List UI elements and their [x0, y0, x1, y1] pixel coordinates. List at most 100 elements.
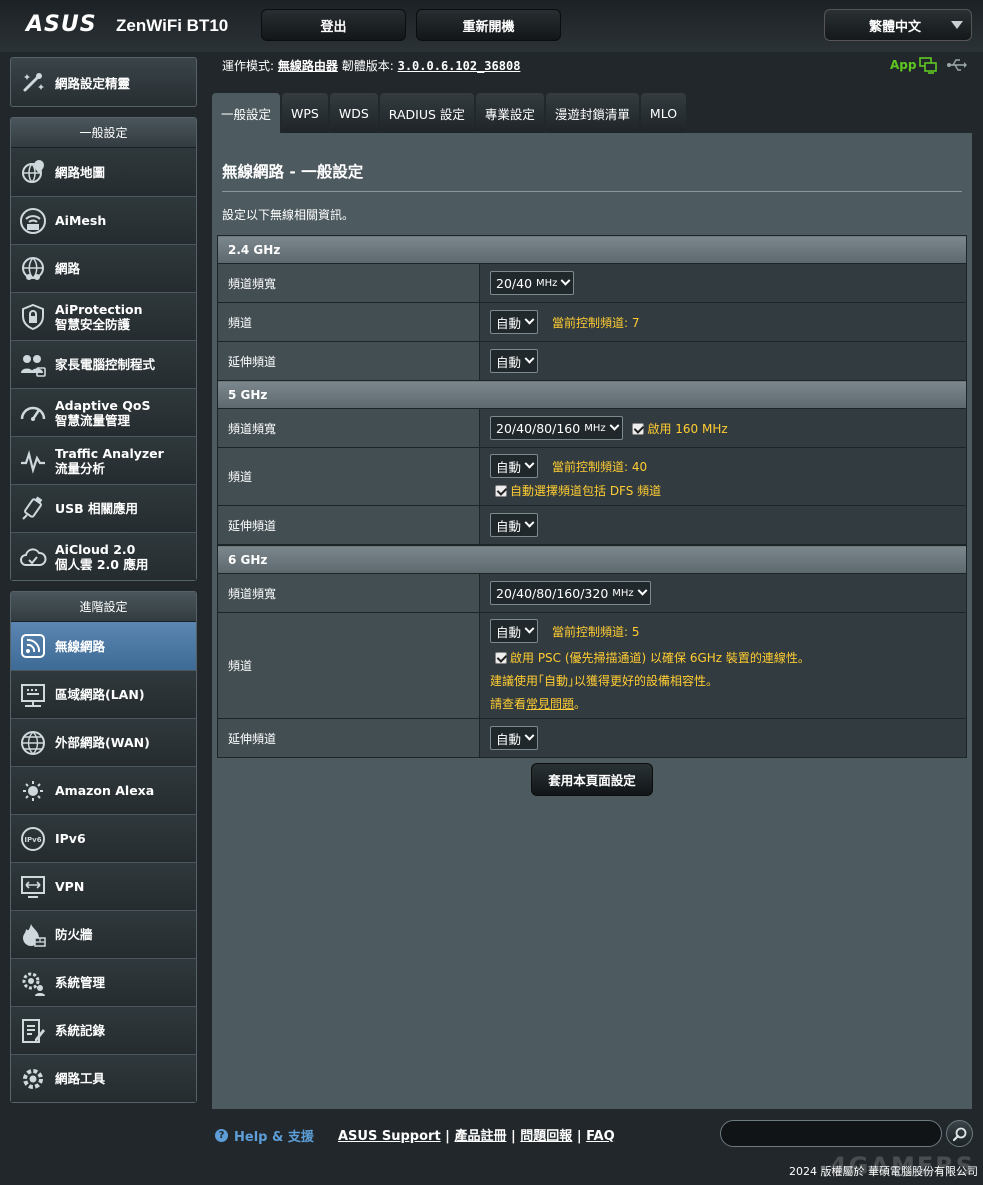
dfs-checkbox[interactable]: 自動選擇頻道包括 DFS 頻道: [495, 482, 956, 499]
sidebar-advanced-item-4[interactable]: IPv6 IPv6: [11, 814, 196, 862]
pulse-icon: [11, 447, 55, 475]
nav-label-line1: Adaptive QoS: [55, 397, 151, 413]
chevron-down-icon: [524, 730, 535, 741]
nav-label: USB 相關應用: [55, 501, 138, 516]
help-support-link[interactable]: ? Help & 支援: [215, 1126, 314, 1145]
usb-status-icon[interactable]: [946, 55, 968, 75]
app-link[interactable]: App: [890, 58, 916, 72]
select-value: 自動: [496, 354, 522, 370]
chevron-down-icon: [524, 314, 535, 325]
band-5-ch-select[interactable]: 自動: [490, 454, 539, 478]
search-input[interactable]: [720, 1120, 942, 1147]
sidebar-advanced-item-8[interactable]: 系統記錄: [11, 1006, 196, 1054]
tab-5[interactable]: 漫遊封鎖清單: [545, 93, 639, 133]
sidebar-advanced-item-9[interactable]: 網路工具: [11, 1054, 196, 1102]
tab-4[interactable]: 專業設定: [475, 93, 544, 133]
globe-people-icon: [11, 255, 55, 283]
sidebar-advanced-item-5[interactable]: VPN: [11, 862, 196, 910]
faq-link[interactable]: 常見問題: [526, 697, 574, 711]
nav-label-line1: Traffic Analyzer: [55, 445, 164, 461]
nav-label-line2: 智慧安全防護: [55, 316, 131, 332]
sidebar-advanced-item-2[interactable]: 外部網路(WAN): [11, 718, 196, 766]
sidebar-general-item-1[interactable]: AiMesh: [11, 196, 196, 244]
chevron-down-icon: [524, 353, 535, 364]
sidebar-general-item-5[interactable]: Adaptive QoS 智慧流量管理: [11, 388, 196, 436]
gear-person-icon: [11, 969, 55, 997]
sidebar-advanced-item-6[interactable]: 防火牆: [11, 910, 196, 958]
band-6-ch-label: 頻道: [217, 612, 480, 719]
status-line: 運作模式: 無線路由器 韌體版本: 3.0.0.6.102_36808: [222, 57, 520, 74]
band-5-ext-select[interactable]: 自動: [490, 513, 539, 537]
checkbox-checked-icon: [495, 484, 507, 497]
lan-icon: [11, 681, 55, 709]
nav-label-line1: AiProtection: [55, 301, 143, 317]
band-6-ext-label: 延伸頻道: [217, 718, 480, 758]
band-6-ext-select[interactable]: 自動: [490, 726, 539, 750]
nav-label: 網路地圖: [55, 165, 105, 180]
nav-label-line2: 流量分析: [55, 460, 106, 476]
sidebar-general-item-0[interactable]: 網路地圖: [11, 148, 196, 196]
select-value: 自動: [496, 624, 522, 640]
logout-button[interactable]: 登出: [261, 9, 406, 41]
firmware-link[interactable]: 3.0.0.6.102_36808: [398, 59, 521, 73]
nav-label-line1: VPN: [55, 879, 85, 894]
nav-label-line1: AiMesh: [55, 213, 107, 228]
page-title: 無線網路 - 一般設定: [222, 163, 364, 181]
nav-label-line1: 防火牆: [55, 927, 93, 942]
checkbox-label: 自動選擇頻道包括 DFS 頻道: [510, 484, 662, 498]
psc-checkbox[interactable]: 啟用 PSC (優先掃描通道) 以確保 6GHz 裝置的連線性。: [495, 649, 956, 666]
footer-links: ASUS Support | 產品註冊 | 問題回報 | FAQ: [338, 1129, 615, 1144]
nav-label: Amazon Alexa: [55, 783, 154, 798]
nav-label: AiProtection 智慧安全防護: [55, 302, 142, 332]
network-status-icon[interactable]: [918, 55, 938, 75]
firmware-label: 韌體版本:: [341, 59, 394, 73]
band-6-ch-select[interactable]: 自動: [490, 619, 539, 643]
tab-6[interactable]: MLO: [640, 93, 687, 133]
tab-1[interactable]: WPS: [282, 93, 328, 133]
sidebar-general-item-7[interactable]: USB 相關應用: [11, 484, 196, 532]
tab-3[interactable]: RADIUS 設定: [379, 93, 474, 133]
sidebar-general-item-3[interactable]: AiProtection 智慧安全防護: [11, 292, 196, 340]
band-6-faq-line: 請查看常見問題。: [490, 695, 956, 712]
page-description: 設定以下無線相關資訊。: [222, 208, 355, 222]
band-5-table: 5 GHz 頻道頻寬 20/40/80/160 MHz 啟用 160 MHz 頻道…: [217, 380, 967, 545]
sidebar-general-item-4[interactable]: 家長電腦控制程式: [11, 340, 196, 388]
band-24-bw-select[interactable]: 20/40 MHz: [490, 271, 575, 295]
asus-support-link[interactable]: ASUS Support: [338, 1129, 441, 1144]
status-icons: [918, 55, 968, 75]
sidebar-advanced-item-1[interactable]: 區域網路(LAN): [11, 670, 196, 718]
reboot-button[interactable]: 重新開機: [416, 9, 561, 41]
band-24-ext-label: 延伸頻道: [217, 341, 480, 381]
shield-icon: [11, 303, 55, 331]
wand-icon: [11, 68, 55, 96]
faq-footer-link[interactable]: FAQ: [586, 1129, 615, 1144]
general-nav: 一般設定 網路地圖 AiMesh 網路 AiProtection 智慧安全防護家長電腦控…: [10, 117, 197, 581]
nav-label-line1: AiCloud 2.0: [55, 541, 136, 557]
tab-2[interactable]: WDS: [329, 93, 378, 133]
sidebar-advanced-item-7[interactable]: 系統管理: [11, 958, 196, 1006]
language-select[interactable]: 繁體中文: [824, 9, 972, 41]
sidebar-general-item-8[interactable]: AiCloud 2.0 個人雲 2.0 應用: [11, 532, 196, 580]
sidebar-general-item-2[interactable]: 網路: [11, 244, 196, 292]
tab-0[interactable]: 一般設定: [212, 93, 281, 133]
product-register-link[interactable]: 產品註冊: [454, 1129, 506, 1144]
alexa-icon: [11, 777, 55, 805]
chevron-down-icon: [524, 458, 535, 469]
feedback-link[interactable]: 問題回報: [520, 1129, 572, 1144]
band-5-bw-select[interactable]: 20/40/80/160 MHz: [490, 416, 623, 440]
mode-link[interactable]: 無線路由器: [278, 59, 338, 73]
sidebar-general-item-6[interactable]: Traffic Analyzer 流量分析: [11, 436, 196, 484]
general-header: 一般設定: [11, 118, 196, 148]
sidebar-advanced-item-0[interactable]: 無線網路: [11, 622, 196, 670]
band-6-bw-select[interactable]: 20/40/80/160/320 MHz: [490, 581, 651, 605]
enable-160-checkbox[interactable]: 啟用 160 MHz: [632, 422, 728, 436]
setup-wizard-button[interactable]: 網路設定精靈: [10, 57, 197, 107]
select-value: 20/40: [496, 275, 533, 291]
band-24-ext-select[interactable]: 自動: [490, 349, 539, 373]
search-button[interactable]: [946, 1120, 973, 1147]
apply-button[interactable]: 套用本頁面設定: [531, 763, 653, 796]
nav-label: 網路工具: [55, 1071, 105, 1086]
faq-suffix: 。: [574, 697, 587, 711]
sidebar-advanced-item-3[interactable]: Amazon Alexa: [11, 766, 196, 814]
band-24-ch-select[interactable]: 自動: [490, 310, 539, 334]
